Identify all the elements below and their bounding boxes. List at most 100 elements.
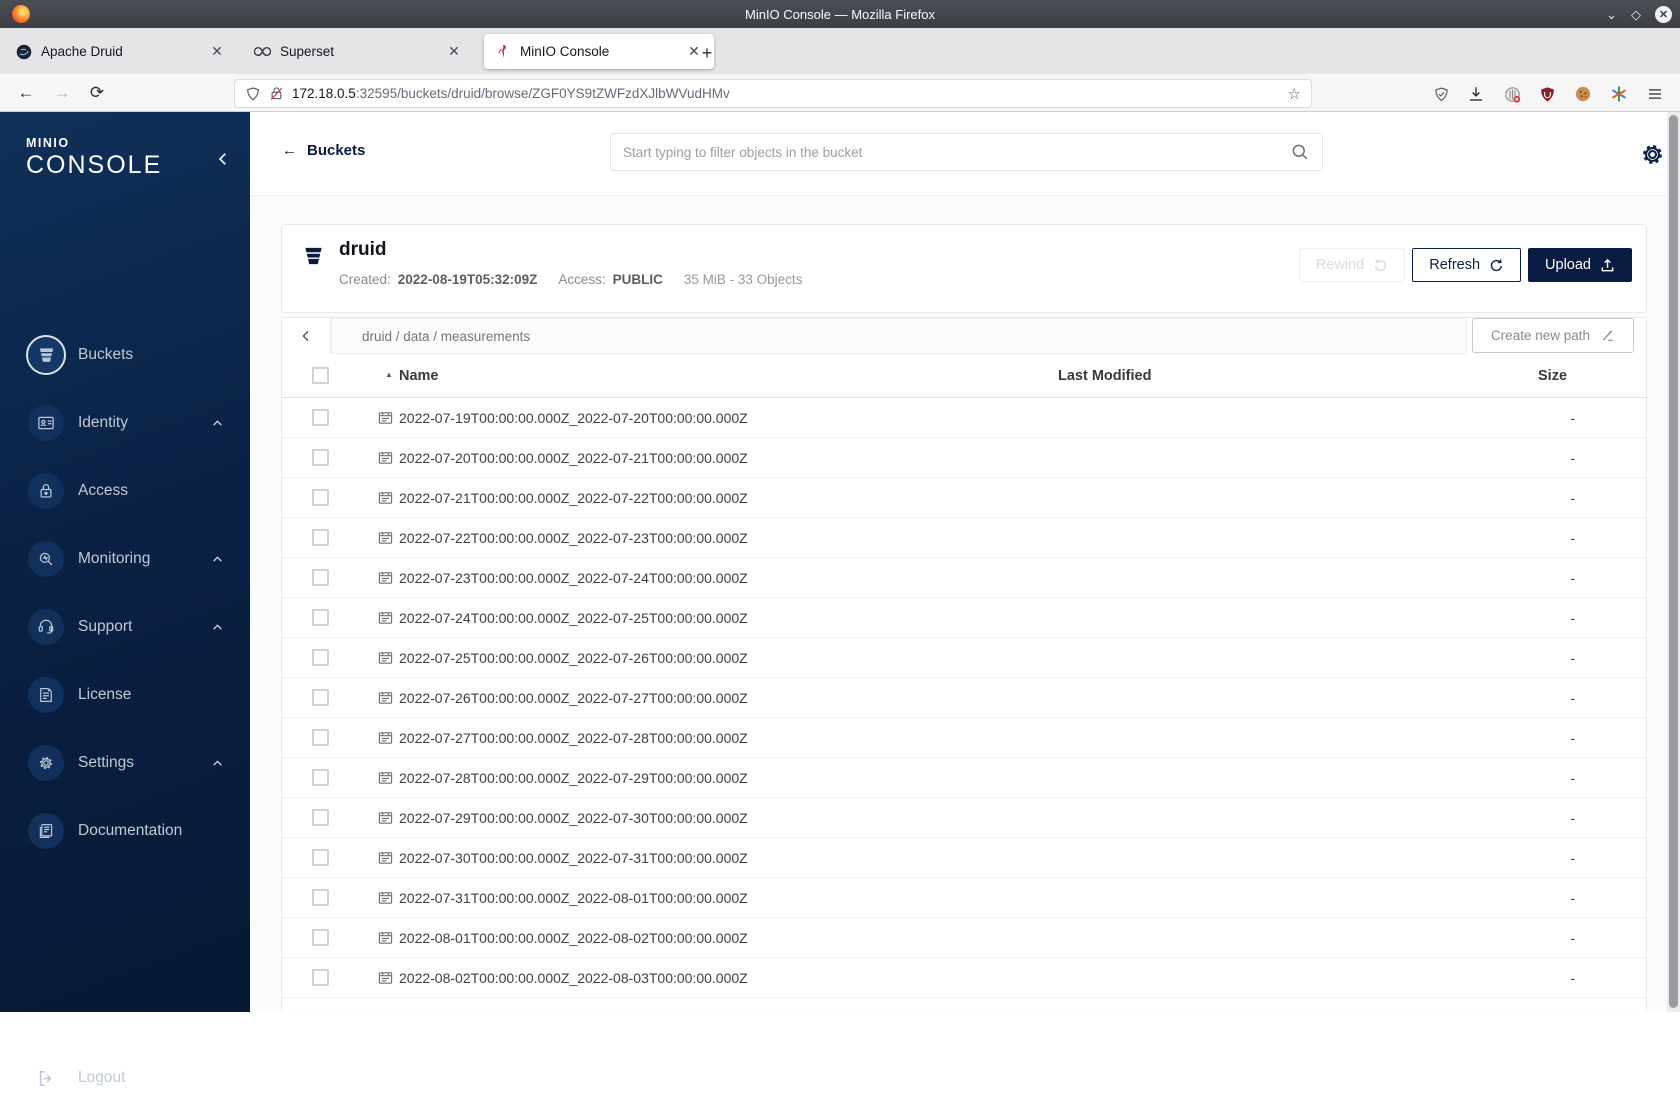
object-name: 2022-07-28T00:00:00.000Z_2022-07-29T00:0…: [399, 769, 748, 786]
object-row[interactable]: 2022-07-25T00:00:00.000Z_2022-07-26T00:0…: [282, 638, 1648, 678]
tab-close-icon[interactable]: ✕: [207, 42, 227, 62]
chevron-up-icon[interactable]: [211, 621, 224, 634]
console-header: ← Buckets: [250, 112, 1680, 196]
object-filter-box: [610, 133, 1323, 171]
shield-check-icon[interactable]: [1430, 83, 1452, 105]
object-row[interactable]: 2022-07-31T00:00:00.000Z_2022-08-01T00:0…: [282, 878, 1648, 918]
colorful-asterisk-icon[interactable]: [1608, 83, 1630, 105]
insecure-lock-icon[interactable]: [269, 86, 284, 101]
sidebar-item-license[interactable]: License: [0, 675, 250, 715]
object-row[interactable]: 2022-07-22T00:00:00.000Z_2022-07-23T00:0…: [282, 518, 1648, 558]
object-row[interactable]: 2022-07-19T00:00:00.000Z_2022-07-20T00:0…: [282, 398, 1648, 438]
sort-ascending-icon[interactable]: ▲: [385, 370, 393, 379]
sidebar-item-logout[interactable]: Logout: [0, 1058, 250, 1098]
chevron-up-icon[interactable]: [211, 417, 224, 430]
cookie-icon[interactable]: [1572, 83, 1594, 105]
row-checkbox[interactable]: [312, 568, 329, 586]
object-row[interactable]: 2022-08-02T00:00:00.000Z_2022-08-03T00:0…: [282, 958, 1648, 998]
folder-calendar-icon: [378, 730, 393, 745]
ublock-icon[interactable]: [1536, 83, 1558, 105]
browser-tab-superset[interactable]: Superset ✕: [244, 34, 474, 69]
back-to-buckets-link[interactable]: ← Buckets: [282, 142, 365, 159]
object-row[interactable]: 2022-07-23T00:00:00.000Z_2022-07-24T00:0…: [282, 558, 1648, 598]
object-row[interactable]: 2022-07-21T00:00:00.000Z_2022-07-22T00:0…: [282, 478, 1648, 518]
row-checkbox[interactable]: [312, 768, 329, 786]
select-all-checkbox[interactable]: [312, 366, 329, 384]
maximize-icon[interactable]: ◇: [1631, 8, 1641, 21]
minio-logo-top: MINIO: [26, 136, 70, 150]
sidebar-item-monitoring[interactable]: Monitoring: [0, 539, 250, 579]
object-size: -: [1570, 809, 1575, 826]
object-name: 2022-08-02T00:00:00.000Z_2022-08-03T00:0…: [399, 969, 748, 986]
object-row[interactable]: 2022-07-30T00:00:00.000Z_2022-07-31T00:0…: [282, 838, 1648, 878]
bookmark-star-icon[interactable]: ☆: [1288, 85, 1301, 103]
object-row[interactable]: 2022-07-29T00:00:00.000Z_2022-07-30T00:0…: [282, 798, 1648, 838]
object-row[interactable]: 2022-07-26T00:00:00.000Z_2022-07-27T00:0…: [282, 678, 1648, 718]
new-tab-button[interactable]: +: [694, 40, 720, 66]
close-icon[interactable]: ✕: [1655, 5, 1672, 23]
sidebar-item-buckets[interactable]: Buckets: [0, 335, 250, 375]
object-row[interactable]: 2022-08-01T00:00:00.000Z_2022-08-02T00:0…: [282, 918, 1648, 958]
object-row[interactable]: 2022-07-27T00:00:00.000Z_2022-07-28T00:0…: [282, 718, 1648, 758]
object-row[interactable]: 2022-07-20T00:00:00.000Z_2022-07-21T00:0…: [282, 438, 1648, 478]
row-checkbox[interactable]: [312, 528, 329, 546]
sidebar-item-documentation[interactable]: Documentation: [0, 811, 250, 851]
chevron-up-icon[interactable]: [211, 757, 224, 770]
bucket-icon: [302, 245, 325, 268]
upload-button[interactable]: Upload: [1528, 248, 1632, 282]
back-button[interactable]: ←: [12, 79, 40, 107]
forward-button[interactable]: →: [48, 79, 76, 107]
object-browser-card: druid / data / measurements Create new p…: [281, 317, 1648, 1011]
breadcrumb[interactable]: druid / data / measurements: [331, 318, 1467, 354]
object-row[interactable]: 2022-07-28T00:00:00.000Z_2022-07-29T00:0…: [282, 758, 1648, 798]
scrollbar-thumb[interactable]: [1669, 115, 1678, 1008]
download-icon[interactable]: [1465, 83, 1487, 105]
object-row[interactable]: 2022-07-24T00:00:00.000Z_2022-07-25T00:0…: [282, 598, 1648, 638]
row-checkbox[interactable]: [312, 928, 329, 946]
browser-tab-apache-druid[interactable]: Apache Druid ✕: [5, 34, 237, 69]
url-bar[interactable]: 172.18.0.5:32595/buckets/druid/browse/ZG…: [234, 79, 1312, 108]
row-checkbox[interactable]: [312, 448, 329, 466]
tab-close-icon[interactable]: ✕: [444, 42, 464, 62]
chevron-up-icon[interactable]: [211, 553, 224, 566]
row-checkbox[interactable]: [312, 648, 329, 666]
row-checkbox[interactable]: [312, 728, 329, 746]
row-checkbox[interactable]: [312, 608, 329, 626]
row-checkbox[interactable]: [312, 408, 329, 426]
sidebar-item-access[interactable]: Access: [0, 471, 250, 511]
sidebar-item-support[interactable]: Support: [0, 607, 250, 647]
row-checkbox[interactable]: [312, 848, 329, 866]
folder-calendar-icon: [378, 490, 393, 505]
row-checkbox[interactable]: [312, 968, 329, 986]
row-checkbox[interactable]: [312, 888, 329, 906]
sidebar-item-label: Monitoring: [78, 550, 151, 567]
column-size[interactable]: Size: [1538, 368, 1567, 384]
folder-calendar-icon: [378, 930, 393, 945]
extension-disabled-icon[interactable]: [1501, 83, 1523, 105]
row-checkbox[interactable]: [312, 488, 329, 506]
tab-label: Superset: [280, 44, 335, 59]
sidebar-collapse-icon[interactable]: [214, 150, 232, 168]
column-name[interactable]: Name: [399, 368, 439, 384]
create-path-icon: [1600, 328, 1615, 343]
row-checkbox[interactable]: [312, 808, 329, 826]
create-new-path-label: Create new path: [1490, 328, 1590, 343]
page-scrollbar[interactable]: [1667, 112, 1680, 1012]
object-filter-input[interactable]: [623, 144, 1290, 160]
path-back-button[interactable]: [282, 318, 331, 354]
row-checkbox[interactable]: [312, 688, 329, 706]
reload-button[interactable]: ⟳: [83, 79, 111, 107]
sidebar-item-settings[interactable]: Settings: [0, 743, 250, 783]
console-settings-gear-icon[interactable]: [1639, 141, 1666, 168]
menu-icon[interactable]: [1644, 83, 1666, 105]
minimize-icon[interactable]: ⌄: [1606, 8, 1617, 21]
rewind-button[interactable]: Rewind: [1298, 248, 1406, 282]
create-new-path-button[interactable]: Create new path: [1471, 318, 1634, 353]
sidebar-item-identity[interactable]: Identity: [0, 403, 250, 443]
column-last-modified[interactable]: Last Modified: [1058, 368, 1151, 384]
search-icon: [1290, 142, 1310, 162]
table-header: ▲ Name Last Modified Size: [282, 354, 1648, 398]
refresh-button[interactable]: Refresh: [1412, 248, 1522, 282]
tracking-protection-shield-icon[interactable]: [245, 86, 261, 102]
browser-tab-minio-console[interactable]: MinIO Console ✕: [484, 34, 714, 69]
